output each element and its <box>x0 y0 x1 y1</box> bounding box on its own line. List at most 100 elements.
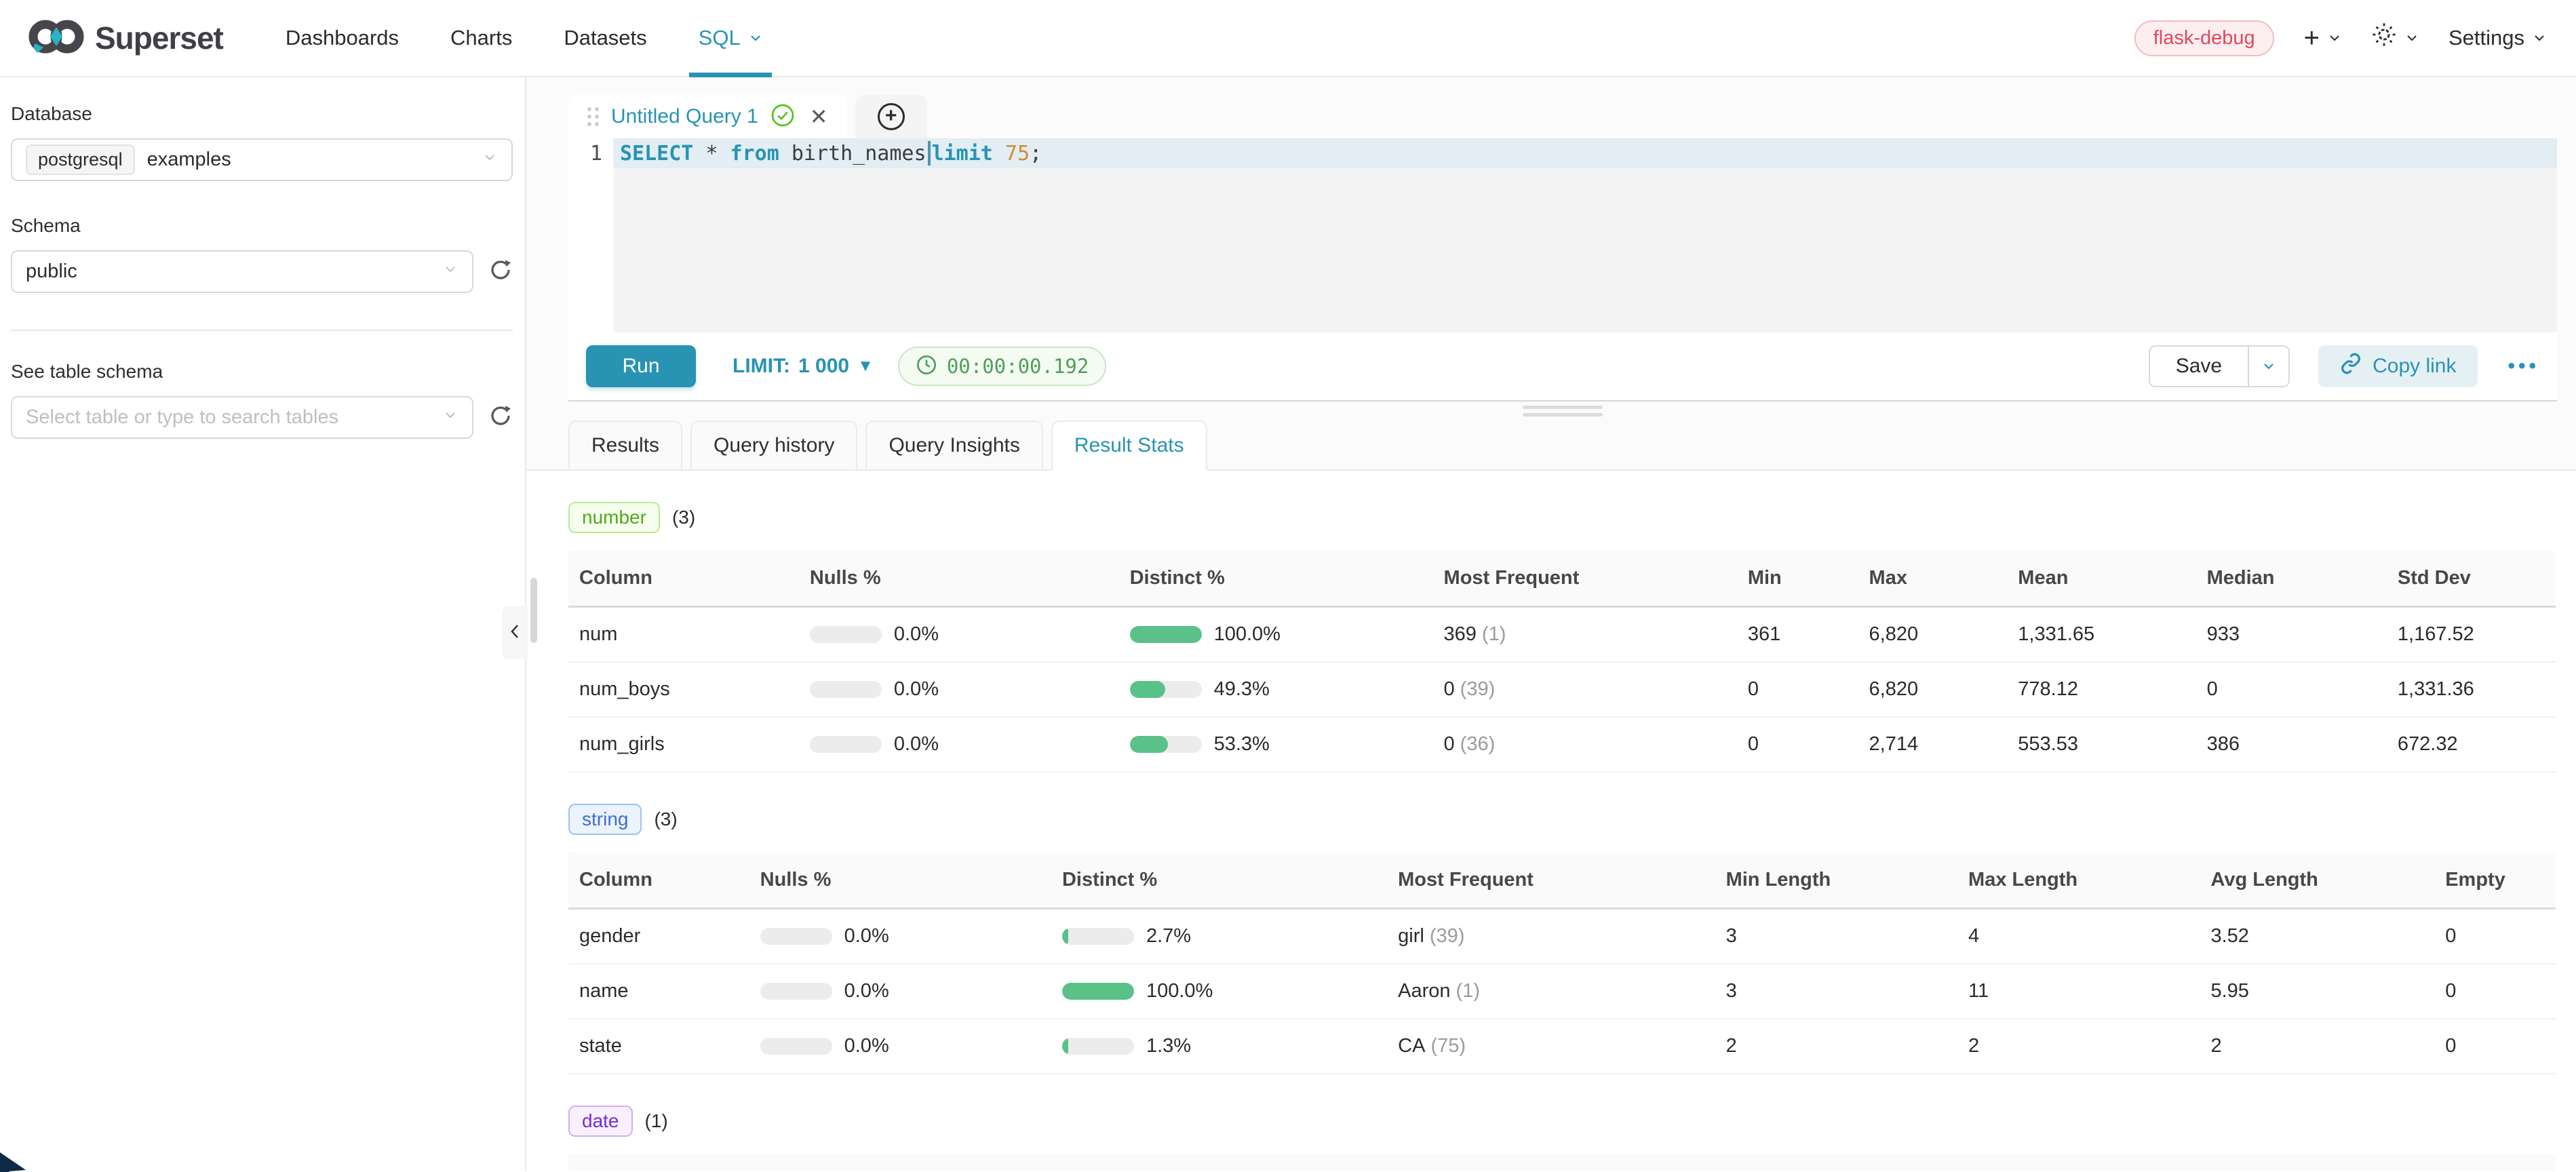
table-cell: 369(1) <box>1433 607 1737 663</box>
table-cell: gender <box>568 909 749 964</box>
refresh-schemas-icon[interactable] <box>488 258 513 286</box>
environment-badge: flask-debug <box>2134 20 2274 56</box>
table-cell: 2 <box>1715 1019 1957 1074</box>
table-header-row: ColumnNulls %Distinct %Most FrequentMinM… <box>568 551 2556 607</box>
table-row: num0.0%100.0%369(1)3616,8201,331.659331,… <box>568 607 2556 663</box>
column-header: Empty <box>2434 853 2556 909</box>
theme-toggle-button[interactable] <box>2371 22 2419 54</box>
type-badge: number <box>568 502 660 533</box>
table-cell: 2 <box>2200 1019 2434 1074</box>
percent-bar: 53.3% <box>1130 733 1422 756</box>
table-cell: 0 <box>2434 909 2556 964</box>
save-options-button[interactable] <box>2249 345 2290 387</box>
column-header: Mean <box>2007 551 2196 607</box>
schema-select[interactable]: public <box>11 250 473 293</box>
table-cell: CA(75) <box>1387 1019 1715 1074</box>
percent-label: 0.0% <box>844 925 889 948</box>
tab-query-insights[interactable]: Query Insights <box>865 421 1042 469</box>
save-button[interactable]: Save <box>2149 345 2249 387</box>
chevron-down-icon <box>442 406 458 429</box>
new-query-tab-button[interactable]: + <box>855 95 927 138</box>
bar-track <box>1062 1038 1134 1055</box>
table-row: num_boys0.0%49.3%0(39)06,820778.1201,331… <box>568 662 2556 717</box>
close-tab-icon[interactable]: ✕ <box>810 104 828 130</box>
chevron-left-icon <box>507 623 522 644</box>
column-header: Range <box>2397 1154 2556 1171</box>
query-tab[interactable]: Untitled Query 1 ✕ <box>568 95 847 138</box>
pane-resize-handle[interactable] <box>568 402 2557 421</box>
bar-fill <box>1062 983 1134 1000</box>
database-engine-tag: postgresql <box>26 144 135 175</box>
new-item-button[interactable]: + <box>2304 23 2341 54</box>
table-cell: 6,820 <box>1858 607 2008 663</box>
table-cell: 2 <box>1957 1019 2200 1074</box>
table-cell: num_girls <box>568 717 799 772</box>
table-cell: num <box>568 607 799 663</box>
clock-icon <box>916 354 937 379</box>
percent-label: 0.0% <box>844 1035 889 1057</box>
table-cell: 0 <box>1737 662 1858 717</box>
settings-menu[interactable]: Settings <box>2448 26 2546 50</box>
run-button[interactable]: Run <box>586 345 696 387</box>
limit-dropdown[interactable]: LIMIT: 1 000 ▼ <box>733 355 874 378</box>
column-header: Std Dev <box>2387 551 2556 607</box>
nav-dashboards[interactable]: Dashboards <box>276 0 408 76</box>
chevron-down-icon <box>2405 31 2419 45</box>
refresh-tables-icon[interactable] <box>488 404 513 431</box>
table-cell: 4 <box>1957 909 2200 964</box>
column-header: Nulls % <box>799 551 1119 607</box>
table-cell: 0 <box>2196 662 2387 717</box>
column-header: Most Frequent <box>1210 1154 1597 1171</box>
link-icon <box>2340 353 2362 380</box>
column-header: Min Length <box>1715 853 1957 909</box>
frequent-value: 0 <box>1444 733 1455 755</box>
text-cursor <box>928 141 931 165</box>
table-cell: 672.32 <box>2387 717 2556 772</box>
percent-bar: 0.0% <box>760 1035 1040 1057</box>
nav-sql[interactable]: SQL <box>689 0 772 76</box>
plus-circle-icon: + <box>878 103 905 130</box>
nav-charts[interactable]: Charts <box>441 0 522 76</box>
scrollbar-thumb[interactable] <box>530 578 537 643</box>
bar-track <box>810 626 882 643</box>
tab-result-stats[interactable]: Result Stats <box>1051 421 1207 471</box>
bar-track <box>1062 983 1134 1000</box>
bar-track <box>1130 681 1202 698</box>
sql-editor[interactable]: 1 SELECT * from birth_nameslimit 75; <box>568 138 2557 332</box>
editor-code-area[interactable]: SELECT * from birth_nameslimit 75; <box>613 138 2557 332</box>
drag-handle-icon[interactable] <box>587 107 599 126</box>
column-header: Min <box>1737 551 1858 607</box>
copy-link-button[interactable]: Copy link <box>2318 345 2478 387</box>
percent-label: 1.3% <box>1146 1035 1191 1057</box>
tab-query-history[interactable]: Query history <box>690 421 857 469</box>
table-cell: 0.0% <box>749 1019 1051 1074</box>
percent-bar: 49.3% <box>1130 678 1422 701</box>
column-header: Distinct % <box>1051 853 1387 909</box>
column-header: Max <box>1999 1154 2397 1171</box>
type-badge: date <box>568 1106 633 1137</box>
table-cell: 0 <box>2434 1019 2556 1074</box>
table-select[interactable]: Select table or type to search tables <box>11 396 473 439</box>
table-cell: 3.52 <box>2200 909 2434 964</box>
table-header-row: ColumnNulls %Distinct %Most FrequentMin … <box>568 853 2556 909</box>
collapse-sidebar-button[interactable] <box>502 606 528 659</box>
database-select[interactable]: postgresql examples <box>11 138 513 181</box>
table-cell: 3 <box>1715 909 1957 964</box>
table-cell: 553.53 <box>2007 717 2196 772</box>
percent-bar: 100.0% <box>1130 623 1422 646</box>
table-cell: 361 <box>1737 607 1858 663</box>
more-options-button[interactable]: ••• <box>2507 355 2539 378</box>
column-header: Median <box>2196 551 2387 607</box>
table-row: state0.0%1.3%CA(75)2220 <box>568 1019 2556 1074</box>
table-cell: 1,331.36 <box>2387 662 2556 717</box>
table-cell: 5.95 <box>2200 964 2434 1019</box>
bar-fill <box>1130 626 1202 643</box>
query-success-icon <box>770 103 795 131</box>
table-cell: 0.0% <box>799 717 1119 772</box>
nav-datasets[interactable]: Datasets <box>554 0 656 76</box>
sql-lab-sidebar: Database postgresql examples Schema publ… <box>0 77 526 1171</box>
tab-results[interactable]: Results <box>568 421 682 469</box>
type-badge: string <box>568 804 642 835</box>
brand[interactable]: Superset <box>27 0 223 76</box>
frequent-count: (1) <box>1482 623 1506 645</box>
